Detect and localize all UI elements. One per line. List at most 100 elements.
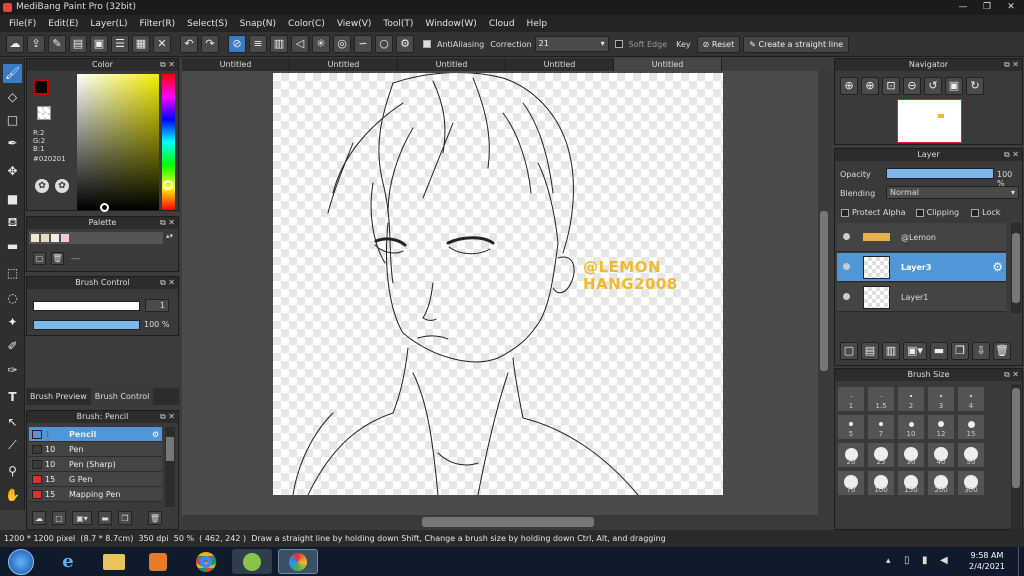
menu-help[interactable]: Help [521,19,554,29]
brush-size-cell[interactable]: 300 [957,470,985,496]
close-doc-icon[interactable]: ✕ [153,35,171,53]
settings-icon[interactable]: ⚙ [396,35,414,53]
saturation-value-picker[interactable] [77,74,159,212]
undo-icon[interactable]: ↶ [180,35,198,53]
tray-up-icon[interactable]: ▴ [886,556,891,566]
brush-size-cell[interactable]: 1 [837,386,865,412]
tab-untitled-3[interactable]: Untitled [398,58,506,71]
dot-tool-icon[interactable]: □ [3,111,22,130]
brush-menu-icon[interactable]: ▣▾ [72,511,92,525]
chrome-icon[interactable] [186,549,226,574]
internet-explorer-icon[interactable]: e [48,549,88,574]
text-tool-icon[interactable]: T [3,388,22,407]
palette-swatch[interactable] [61,234,69,242]
foreground-color-swatch[interactable] [33,79,49,95]
tab-brush-preview[interactable]: Brush Preview [26,388,91,405]
gear-icon[interactable]: ⚙ [992,260,1003,274]
select-pen-tool-icon[interactable]: ✐ [3,337,22,356]
new-layer-icon[interactable]: ▢ [840,342,858,360]
menu-file[interactable]: File(F) [3,19,42,29]
media-player-icon[interactable] [138,549,178,574]
palette-swatch[interactable] [51,234,59,242]
palette-swatch[interactable] [41,234,49,242]
list-item[interactable]: 15 Mapping Pen [29,487,162,502]
trash-icon[interactable]: 🗑 [148,511,162,525]
tray-network-icon[interactable]: ▮ [922,555,928,566]
menu-layer[interactable]: Layer(L) [84,19,133,29]
add-brush-icon[interactable]: ☁ [32,511,46,525]
snap-off-icon[interactable]: ⊘ [228,35,246,53]
bucket-tool-icon[interactable]: ⛾ [3,213,22,232]
lasso-tool-icon[interactable]: ◌ [3,289,22,308]
select-tool-icon[interactable]: ⬚ [3,264,22,283]
picker-cursor-icon[interactable] [100,203,109,212]
drawing-canvas[interactable]: @LEMON HANG2008 [273,73,723,495]
list-icon[interactable]: ☰ [111,35,129,53]
palette-scroll-icon[interactable]: ▴▾ [166,232,173,240]
brush-size-cell[interactable]: 50 [957,442,985,468]
brush-size-cell[interactable]: 4 [957,386,985,412]
fit-icon[interactable]: ⊡ [882,77,900,95]
scrollbar-thumb[interactable] [820,211,828,371]
brush-size-cell[interactable]: 3 [927,386,955,412]
canvas-horizontal-scrollbar[interactable] [182,515,830,529]
menu-window[interactable]: Window(W) [419,19,482,29]
correction-select[interactable]: 21 ▾ [534,36,609,52]
tray-device-icon[interactable]: ▯ [904,555,910,566]
layer-list-scrollbar[interactable] [1011,223,1021,313]
brush-size-cell[interactable]: 25 [867,442,895,468]
snap-curve-icon[interactable]: ∽ [354,35,372,53]
brush-size-scrollbar[interactable] [1011,384,1021,530]
pen-tool-icon[interactable]: ✒ [3,134,22,153]
divide-tool-icon[interactable]: ⟋ [3,436,22,455]
taskbar-clock[interactable]: 9:58 AM 2/4/2021 [960,550,1014,572]
brush-size-slider[interactable] [33,301,140,311]
brush-tool-icon[interactable]: 🖌 [3,64,22,83]
scrollbar-thumb[interactable] [1012,233,1020,303]
snap-ring-icon[interactable]: ○ [375,35,393,53]
show-desktop-button[interactable] [1018,547,1024,576]
panel-controls-icon[interactable]: ⧉ ✕ [160,277,175,289]
cloud-icon[interactable]: ☁ [6,35,24,53]
list-item[interactable]: 10 Pen [29,442,162,457]
clipping-checkbox[interactable] [915,208,924,217]
panel-controls-icon[interactable]: ⧉ ✕ [1004,369,1019,381]
tab-untitled-5[interactable]: Untitled [614,58,722,71]
panel-controls-icon[interactable]: ⧉ ✕ [1004,59,1019,71]
layer-opacity-slider[interactable] [886,168,994,179]
add-palette-icon[interactable]: ▢ [33,252,46,265]
document-icon[interactable]: ▤ [69,35,87,53]
panel-controls-icon[interactable]: ⧉ ✕ [160,217,175,229]
list-item[interactable]: 10 Pen (Sharp) [29,457,162,472]
background-color-swatch[interactable] [37,106,51,120]
snap-radial-icon[interactable]: ✳ [312,35,330,53]
brush-size-cell[interactable]: 12 [927,414,955,440]
protect-alpha-checkbox[interactable] [841,208,849,217]
snap-vanish-icon[interactable]: ◁ [291,35,309,53]
menu-edit[interactable]: Edit(E) [42,19,84,29]
scrollbar-thumb[interactable] [166,437,174,461]
app-green-icon[interactable] [232,549,272,574]
close-button[interactable]: ✕ [1000,1,1022,13]
lock-checkbox[interactable] [971,208,980,217]
rotate-left-icon[interactable]: ↺ [924,77,942,95]
tab-untitled-4[interactable]: Untitled [506,58,614,71]
panel-controls-icon[interactable]: ⧉ ✕ [1004,149,1019,161]
brush-list-scrollbar[interactable] [165,427,175,507]
brush-size-cell[interactable]: 2 [897,386,925,412]
menu-filter[interactable]: Filter(R) [134,19,182,29]
brush-size-cell[interactable]: 150 [897,470,925,496]
file-explorer-icon[interactable] [94,549,134,574]
select-eraser-tool-icon[interactable]: ✑ [3,361,22,380]
tab-untitled-1[interactable]: Untitled [182,58,290,71]
palette-swatch[interactable] [31,234,39,242]
snap-circle-icon[interactable]: ◎ [333,35,351,53]
gear-icon[interactable]: ⚙ [152,427,159,442]
merge-layer-icon[interactable]: ⇩ [972,342,990,360]
panel-controls-icon[interactable]: ⧉ ✕ [160,411,175,423]
duplicate-icon[interactable]: ❐ [118,511,132,525]
menu-snap[interactable]: Snap(N) [234,19,282,29]
new-brush-icon[interactable]: ▢ [52,511,66,525]
rotate-right-icon[interactable]: ↻ [966,77,984,95]
eye-icon[interactable] [843,233,850,240]
